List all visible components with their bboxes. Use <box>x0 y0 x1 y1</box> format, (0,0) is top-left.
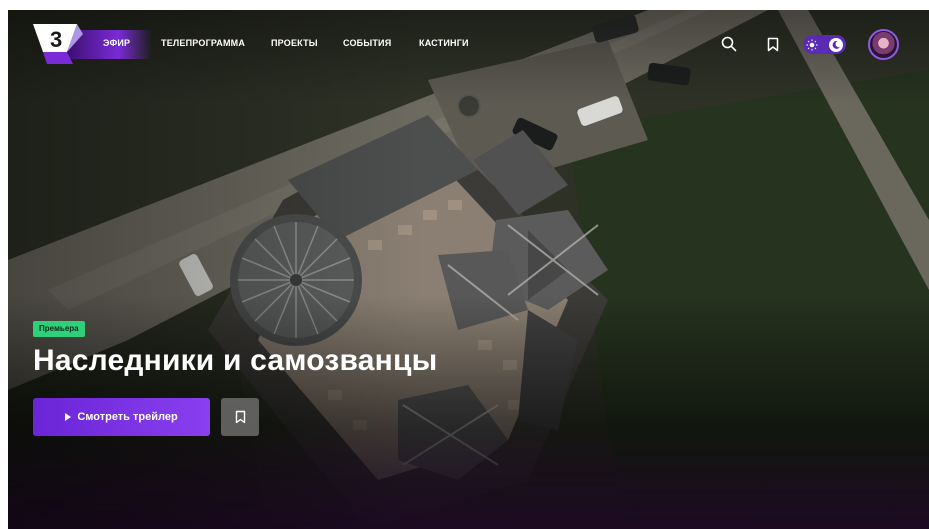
hero-banner <box>8 10 929 529</box>
bookmark-icon <box>235 410 245 424</box>
sun-icon <box>806 39 818 50</box>
nav-item-efir[interactable]: ЭФИР <box>103 38 130 48</box>
search-button[interactable] <box>718 33 740 55</box>
moon-icon <box>832 40 840 49</box>
watch-trailer-label: Смотреть трейлер <box>77 411 178 423</box>
nav-item-sobytiya[interactable]: СОБЫТИЯ <box>343 38 391 48</box>
nav-item-teleprogramma[interactable]: ТЕЛЕПРОГРАММА <box>161 38 245 48</box>
bookmarks-button[interactable] <box>762 33 784 55</box>
nav-item-proekty[interactable]: ПРОЕКТЫ <box>271 38 318 48</box>
left-gradient-overlay <box>8 10 929 529</box>
watch-trailer-button[interactable]: Смотреть трейлер <box>33 398 210 436</box>
premiere-badge: Премьера <box>33 321 85 337</box>
show-title: Наследники и самозванцы <box>33 344 438 377</box>
user-avatar[interactable] <box>868 29 899 60</box>
add-to-favorites-button[interactable] <box>221 398 259 436</box>
bookmark-icon <box>767 37 779 51</box>
nav-item-kastingi[interactable]: КАСТИНГИ <box>419 38 469 48</box>
logo-text: 3 <box>50 27 62 52</box>
search-icon <box>721 36 737 52</box>
play-icon <box>65 413 72 421</box>
toggle-knob <box>829 37 843 52</box>
theme-toggle[interactable] <box>803 35 846 54</box>
